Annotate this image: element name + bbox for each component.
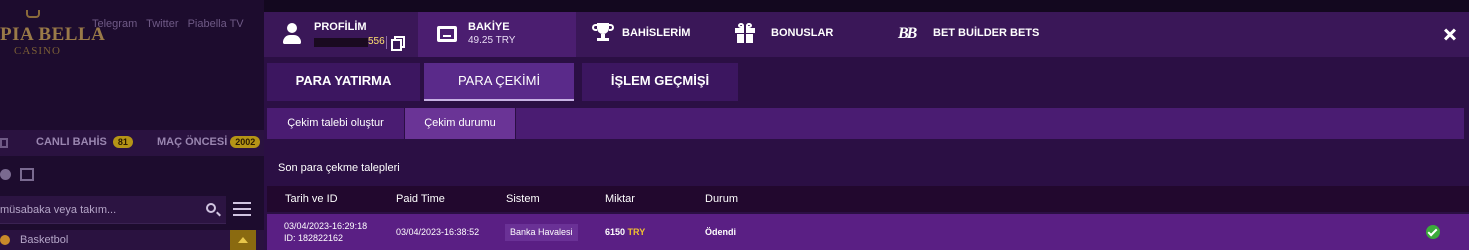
my-bets-label: BAHİSLERİM <box>622 27 691 39</box>
user-icon <box>282 23 302 45</box>
balance-label: BAKİYE <box>468 21 510 33</box>
balance-value: 49.25 TRY <box>468 35 516 46</box>
column-header: Sistem <box>506 193 540 205</box>
piabella-tv-link[interactable]: Piabella TV <box>188 18 244 30</box>
chevron-up-icon[interactable] <box>230 230 256 250</box>
tab-prematch[interactable]: MAÇ ÖNCESİ 2002 <box>157 136 261 148</box>
close-icon[interactable] <box>1441 25 1459 43</box>
divider <box>515 108 516 139</box>
tab-withdraw[interactable]: PARA ÇEKİMİ <box>424 63 574 101</box>
account-modal: PROFİLİM 556 BAKİYE 49.25 TRY BAHİSLERİM… <box>264 12 1469 250</box>
request-id: ID: 182822162 <box>284 233 344 243</box>
amount-value: 6150 <box>605 227 626 237</box>
column-header: Paid Time <box>396 193 445 205</box>
list-view-icon[interactable] <box>20 168 34 181</box>
tab-deposit[interactable]: PARA YATIRMA <box>267 63 420 101</box>
column-header: Miktar <box>605 193 635 205</box>
tab-transaction-history[interactable]: İŞLEM GEÇMİŞİ <box>582 63 738 101</box>
status-text: Ödendi <box>705 227 736 237</box>
check-icon <box>1426 225 1440 239</box>
redacted-user-id <box>314 38 368 47</box>
bet-builder-label: BET BUİLDER BETS <box>933 27 1040 39</box>
column-header: Tarih ve ID <box>285 193 338 205</box>
sport-label: Basketbol <box>20 234 69 246</box>
tab-withdrawal-status[interactable]: Çekim durumu <box>405 108 515 139</box>
wallet-icon <box>437 26 457 42</box>
twitter-link[interactable]: Twitter <box>146 18 178 30</box>
search-icon[interactable] <box>206 203 216 213</box>
profile-label: PROFİLİM <box>314 21 367 33</box>
tab-bet-builder[interactable]: BB BET BUİLDER BETS <box>882 12 1082 57</box>
paid-time: 03/04/2023-16:38:52 <box>396 227 480 237</box>
logo-text: PIA BELLA <box>0 24 106 45</box>
tab-my-bets[interactable]: BAHİSLERİM <box>576 12 738 57</box>
user-id-tail: 556 <box>368 36 385 47</box>
bet-builder-icon: BB <box>898 25 917 42</box>
table-row[interactable]: 03/04/2023-16:29:18 ID: 182822162 03/04/… <box>267 214 1469 250</box>
prematch-count-badge: 2002 <box>230 136 261 148</box>
view-toggles <box>0 166 60 184</box>
section-title: Son para çekme talepleri <box>278 162 400 174</box>
telegram-link[interactable]: Telegram <box>92 18 137 30</box>
payment-subnav: PARA YATIRMA PARA ÇEKİMİ İŞLEM GEÇMİŞİ <box>264 57 1469 102</box>
tab-profile[interactable]: PROFİLİM 556 <box>264 12 416 57</box>
background-site: PIA BELLA CASINO Telegram Twitter Piabel… <box>0 0 264 250</box>
tab-prematch-label: MAÇ ÖNCESİ <box>157 136 228 148</box>
sport-mode-tabs: CANLI BAHİS 81 MAÇ ÖNCESİ 2002 <box>0 130 264 156</box>
sport-item-basketball[interactable]: Basketbol <box>0 230 264 250</box>
divider <box>386 36 387 49</box>
currency: TRY <box>627 227 646 237</box>
bonuses-label: BONUSLAR <box>771 27 834 39</box>
modal-header-tabs: PROFİLİM 556 BAKİYE 49.25 TRY BAHİSLERİM… <box>264 12 1469 57</box>
site-logo[interactable]: PIA BELLA CASINO <box>0 8 105 57</box>
column-header: Durum <box>705 193 739 205</box>
amount: 6150 TRY <box>605 227 645 237</box>
table-header: Tarih ve ID Paid Time Sistem Miktar Duru… <box>267 186 1469 212</box>
tab-bonuses[interactable]: BONUSLAR <box>718 12 882 57</box>
copy-icon[interactable] <box>391 36 405 51</box>
tab-create-withdrawal[interactable]: Çekim talebi oluştur <box>267 108 404 139</box>
menu-icon[interactable] <box>233 202 251 216</box>
withdraw-subnav: Çekim talebi oluştur Çekim durumu <box>267 108 1464 139</box>
tab-live-label: CANLI BAHİS <box>36 136 107 148</box>
social-links: Telegram Twitter Piabella TV <box>92 18 250 30</box>
tab-live[interactable]: CANLI BAHİS 81 <box>36 136 133 148</box>
live-count-badge: 81 <box>112 136 133 148</box>
basketball-icon <box>0 235 10 245</box>
trophy-icon <box>592 23 614 43</box>
gift-icon <box>735 23 755 43</box>
globe-icon[interactable] <box>0 169 11 180</box>
request-date: 03/04/2023-16:29:18 <box>284 221 368 231</box>
grid-icon[interactable] <box>0 138 8 148</box>
tab-balance[interactable]: BAKİYE 49.25 TRY <box>418 12 576 57</box>
search-input[interactable]: müsabaka veya takım... <box>0 196 226 224</box>
crown-icon <box>26 10 40 18</box>
search-placeholder: müsabaka veya takım... <box>0 204 117 216</box>
payment-system-badge: Banka Havalesi <box>505 224 578 241</box>
logo-subtext: CASINO <box>14 45 61 57</box>
